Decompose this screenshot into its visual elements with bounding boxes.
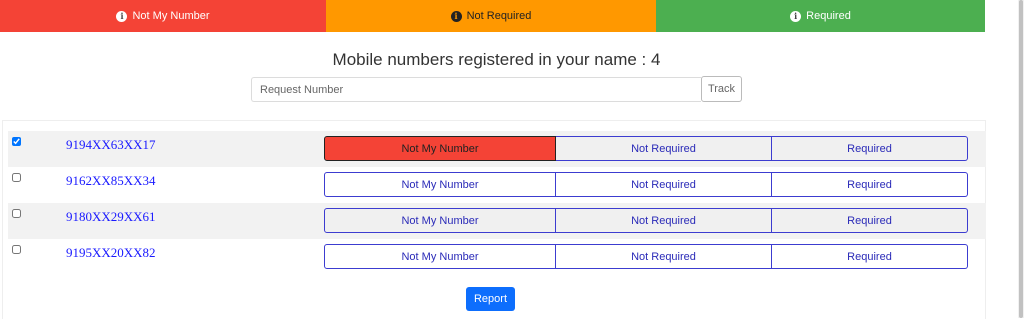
- table-row: 9194XX63XX17 Not My Number Not Required …: [8, 131, 986, 167]
- status-options: Not My Number Not Required Required: [324, 208, 968, 233]
- info-icon: i: [450, 10, 462, 22]
- not-my-number-button[interactable]: Not My Number: [324, 136, 556, 161]
- not-my-number-button[interactable]: Not My Number: [324, 172, 556, 197]
- not-required-button[interactable]: Not Required: [556, 244, 772, 269]
- required-button[interactable]: Required: [772, 136, 968, 161]
- table-row: 9180XX29XX61 Not My Number Not Required …: [8, 203, 986, 239]
- legend-label: Not Required: [466, 10, 532, 22]
- not-my-number-button[interactable]: Not My Number: [324, 244, 556, 269]
- info-icon: i: [116, 10, 128, 22]
- mobile-number: 9194XX63XX17: [66, 137, 156, 152]
- table-row: 9195XX20XX82 Not My Number Not Required …: [8, 239, 986, 275]
- not-required-button[interactable]: Not Required: [556, 172, 772, 197]
- status-legend: i Not My Number i Not Required i Require…: [0, 0, 985, 32]
- required-button[interactable]: Required: [772, 172, 968, 197]
- scrollbar-thumb[interactable]: [1019, 0, 1023, 318]
- not-required-button[interactable]: Not Required: [556, 208, 772, 233]
- not-my-number-button[interactable]: Not My Number: [324, 208, 556, 233]
- row-checkbox[interactable]: [12, 245, 21, 254]
- row-checkbox[interactable]: [12, 209, 21, 218]
- report-button[interactable]: Report: [466, 287, 515, 311]
- required-button[interactable]: Required: [772, 244, 968, 269]
- page-scrollbar[interactable]: [1018, 0, 1024, 318]
- legend-required: i Required: [656, 0, 985, 32]
- status-options: Not My Number Not Required Required: [324, 172, 968, 197]
- status-options: Not My Number Not Required Required: [324, 136, 968, 161]
- table-row: 9162XX85XX34 Not My Number Not Required …: [8, 167, 986, 203]
- status-options: Not My Number Not Required Required: [324, 244, 968, 269]
- page-title: Mobile numbers registered in your name :…: [332, 50, 661, 69]
- required-button[interactable]: Required: [772, 208, 968, 233]
- legend-label: Required: [806, 10, 851, 22]
- track-button[interactable]: Track: [701, 76, 742, 102]
- legend-not-required: i Not Required: [326, 0, 656, 32]
- row-checkbox[interactable]: [12, 173, 21, 182]
- request-number-input[interactable]: [251, 77, 701, 102]
- row-checkbox[interactable]: [12, 137, 21, 146]
- legend-label: Not My Number: [132, 10, 210, 22]
- info-icon: i: [790, 10, 802, 22]
- mobile-number: 9195XX20XX82: [66, 245, 156, 260]
- not-required-button[interactable]: Not Required: [556, 136, 772, 161]
- legend-not-my-number: i Not My Number: [0, 0, 326, 32]
- mobile-number: 9162XX85XX34: [66, 173, 156, 188]
- mobile-number: 9180XX29XX61: [66, 209, 156, 224]
